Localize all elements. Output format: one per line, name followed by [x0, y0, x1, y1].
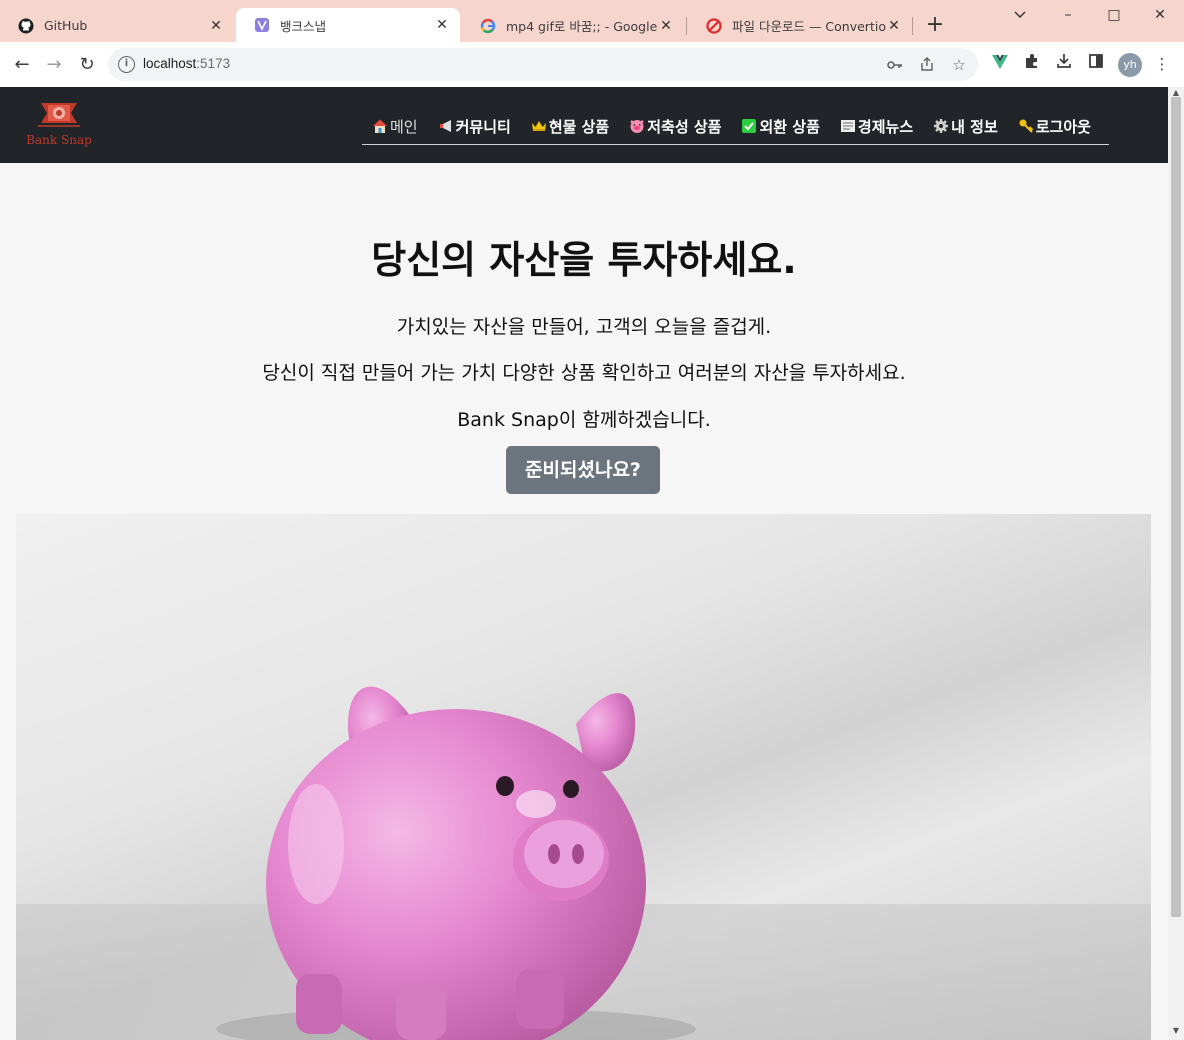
key-icon[interactable]: [886, 56, 904, 74]
close-icon[interactable]: ✕: [886, 18, 902, 34]
hero-section: 당신의 자산을 투자하세요. 가치있는 자산을 만들어, 고객의 오늘을 즐겁게…: [0, 163, 1168, 1040]
nav-label: 외환 상품: [759, 117, 820, 136]
brand-logo[interactable]: Bank Snap: [24, 99, 94, 151]
nav-label: 로그아웃: [1035, 117, 1091, 136]
home-icon: [372, 118, 388, 134]
hero-title: 당신의 자산을 투자하세요.: [371, 238, 797, 282]
piggy-bank-illustration: [16, 686, 1151, 1040]
close-icon[interactable]: ✕: [208, 18, 224, 34]
forward-arrow-icon[interactable]: →: [41, 52, 67, 78]
profile-avatar[interactable]: yh: [1118, 53, 1142, 77]
new-tab-button[interactable]: +: [924, 14, 946, 36]
nav-label: 커뮤니티: [455, 117, 511, 136]
page-viewport: Bank Snap 메인 커뮤니티 현물 상품 저축성 상품 외환 상품 경제뉴…: [0, 87, 1168, 1040]
address-bar[interactable]: i localhost:5173 ☆: [108, 48, 978, 81]
nav-label: 메인: [390, 117, 418, 136]
tab-search-chevron-icon[interactable]: [1000, 4, 1040, 26]
bank-snap-logo-icon: [38, 103, 80, 127]
google-icon: [480, 18, 496, 34]
tab-title: 뱅크스냅: [280, 18, 327, 34]
nav-item-community[interactable]: 커뮤니티: [428, 111, 521, 141]
tab-divider: [912, 17, 913, 35]
extensions-puzzle-icon[interactable]: [1021, 53, 1043, 75]
url-port: :5173: [196, 56, 231, 71]
key-icon: [1018, 118, 1034, 134]
close-icon[interactable]: ✕: [434, 17, 450, 33]
tab-convertio[interactable]: 파일 다운로드 — Convertio ✕: [688, 9, 912, 42]
url-text[interactable]: localhost:5173: [143, 56, 230, 71]
site-navbar: Bank Snap 메인 커뮤니티 현물 상품 저축성 상품 외환 상품 경제뉴…: [0, 87, 1168, 163]
nav-item-economic-news[interactable]: 경제뉴스: [830, 111, 923, 141]
download-icon[interactable]: [1053, 53, 1075, 75]
tab-bank-snap[interactable]: 뱅크스냅 ✕: [236, 8, 460, 42]
hero-line-3: Bank Snap이 함께하겠습니다.: [457, 409, 711, 431]
page-scrollbar[interactable]: ▲ ▼: [1168, 87, 1184, 1040]
get-started-button[interactable]: 준비되셨나요?: [506, 446, 660, 494]
hero-line-1: 가치있는 자산을 만들어, 고객의 오늘을 즐겁게.: [396, 316, 772, 338]
maximize-button[interactable]: □: [1094, 4, 1134, 26]
megaphone-icon: [438, 118, 454, 134]
close-window-button[interactable]: ✕: [1140, 4, 1180, 26]
main-menu: 메인 커뮤니티 현물 상품 저축성 상품 외환 상품 경제뉴스 내 정보 로그아…: [362, 111, 1109, 145]
scroll-up-icon[interactable]: ▲: [1171, 89, 1181, 97]
hero-line-2: 당신이 직접 만들어 가는 가치 다양한 상품 확인하고 여러분의 자산을 투자…: [262, 362, 906, 384]
nav-label: 현물 상품: [548, 117, 610, 136]
nav-item-my-info[interactable]: 내 정보: [923, 111, 1008, 141]
scroll-down-icon[interactable]: ▼: [1171, 1027, 1181, 1035]
convertio-icon: [706, 17, 722, 34]
star-icon[interactable]: ☆: [950, 56, 968, 74]
nav-label: 저축성 상품: [647, 117, 722, 136]
check-box-icon: [741, 118, 757, 134]
minimize-button[interactable]: –: [1048, 4, 1088, 26]
tab-title: GitHub: [44, 18, 88, 33]
reload-icon[interactable]: ↻: [74, 52, 100, 78]
tab-google-search[interactable]: mp4 gif로 바꿈;; - Google 검 ✕: [462, 9, 684, 42]
info-icon[interactable]: i: [118, 56, 135, 73]
nav-item-fx-products[interactable]: 외환 상품: [731, 111, 829, 141]
close-icon[interactable]: ✕: [658, 18, 674, 34]
tab-title: 파일 다운로드 — Convertio: [732, 19, 886, 34]
nav-label: 경제뉴스: [857, 117, 914, 136]
pig-icon: [629, 118, 645, 134]
gear-icon: [933, 118, 949, 134]
back-arrow-icon[interactable]: ←: [9, 52, 35, 78]
piggy-bank-image: [16, 514, 1151, 1040]
share-icon[interactable]: [918, 56, 936, 74]
browser-toolbar: ← → ↻ i localhost:5173 ☆ yh ⋮: [0, 42, 1184, 87]
vite-icon: [254, 17, 270, 33]
url-host: localhost: [143, 56, 197, 71]
nav-item-spot-products[interactable]: 현물 상품: [521, 111, 619, 141]
nav-item-logout[interactable]: 로그아웃: [1008, 111, 1101, 141]
tab-divider: [686, 17, 687, 35]
scrollbar-thumb[interactable]: [1171, 97, 1181, 917]
tab-github[interactable]: GitHub ✕: [0, 9, 234, 42]
vue-devtools-icon[interactable]: [989, 53, 1011, 75]
nav-item-main[interactable]: 메인: [362, 111, 428, 141]
nav-item-savings-products[interactable]: 저축성 상품: [619, 111, 731, 141]
more-menu-icon[interactable]: ⋮: [1151, 53, 1173, 75]
nav-label: 내 정보: [951, 117, 998, 136]
newspaper-icon: [840, 118, 856, 134]
crown-icon: [531, 118, 547, 134]
github-icon: [18, 18, 34, 34]
browser-tab-strip: GitHub ✕ 뱅크스냅 ✕ mp4 gif로 바꿈;; - Google 검…: [0, 0, 1184, 42]
side-panel-icon[interactable]: [1085, 53, 1107, 75]
brand-name: Bank Snap: [26, 133, 92, 147]
tab-title: mp4 gif로 바꿈;; - Google 검: [506, 19, 658, 34]
